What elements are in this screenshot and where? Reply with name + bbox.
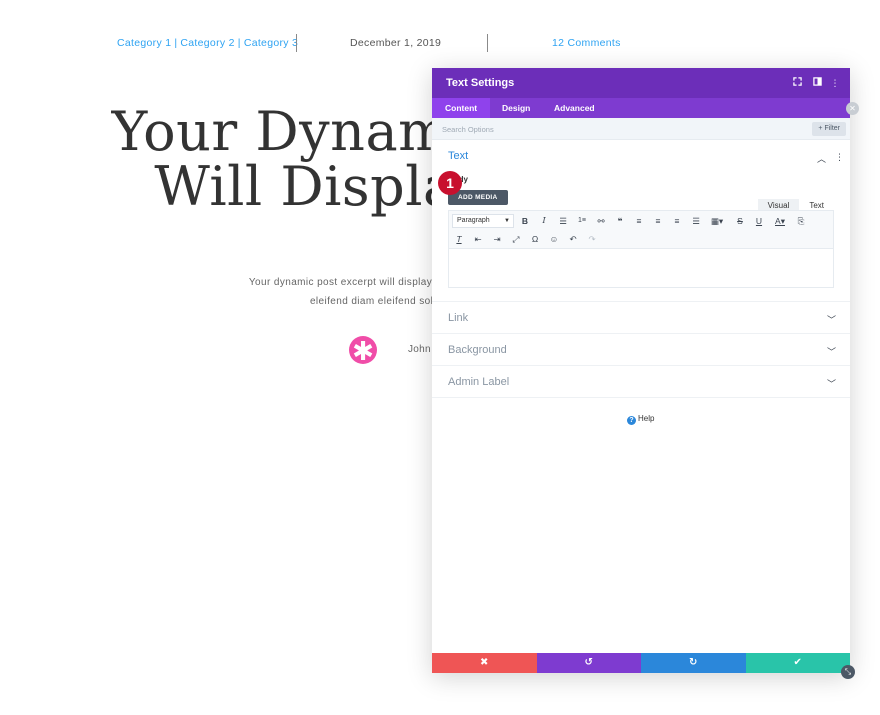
tab-content[interactable]: Content — [432, 98, 491, 118]
table-icon[interactable]: ▦▾ — [708, 214, 726, 228]
indent-icon[interactable]: ⇥ — [490, 232, 504, 246]
toolbar-row: Paragraph ▼ B I ☰ 1≡ ⚯ ❝ ≡ ≡ ≡ ☰ ▦▾ S U A… — [449, 212, 833, 230]
section-title-background: Background — [448, 344, 507, 356]
blockquote-icon[interactable]: ❝ — [613, 214, 627, 228]
toolbar-row: T ⇤ ⇥ ⤢ Ω ☺ ↶ ↷ — [449, 230, 833, 248]
help-link[interactable]: ? Help — [627, 414, 654, 425]
align-justify-icon[interactable]: ☰ — [689, 214, 703, 228]
section-title-link: Link — [448, 312, 469, 324]
post-meta: Category 1 | Category 2 | Category 3 Decembe… — [0, 34, 880, 52]
help-icon: ? — [627, 416, 636, 425]
background-section[interactable]: Background ﹀ — [432, 334, 850, 366]
split-view-icon[interactable] — [810, 76, 824, 90]
chevron-down-icon: ▼ — [504, 218, 510, 224]
clear-formatting-icon[interactable]: T — [452, 232, 466, 246]
post-date: December 1, 2019 — [350, 37, 442, 49]
text-color-icon[interactable]: A▾ — [771, 214, 789, 228]
editor-mode-tabs: Visual Text — [757, 195, 834, 213]
text-settings-modal: Text Settings ⋮ Content Design Advanced … — [432, 68, 850, 673]
cancel-button[interactable]: ✖ — [432, 653, 537, 673]
chevron-down-icon: ﹀ — [826, 347, 836, 357]
search-options-bar: + Filter — [432, 118, 850, 140]
align-center-icon[interactable]: ≡ — [651, 214, 665, 228]
modal-footer: ✖ ↺ ↻ ✔ — [432, 653, 850, 673]
chevron-down-icon: ﹀ — [826, 315, 836, 325]
asterisk-icon: ✱ — [349, 336, 377, 366]
admin-label-section[interactable]: Admin Label ﹀ — [432, 366, 850, 398]
post-categories: Category 1 | Category 2 | Category 3 — [117, 37, 299, 49]
text-editor-area[interactable] — [448, 248, 834, 288]
tab-advanced[interactable]: Advanced — [541, 98, 608, 118]
more-options-icon[interactable]: ⋮ — [835, 152, 844, 163]
filter-button[interactable]: + Filter — [812, 122, 846, 136]
tab-design[interactable]: Design — [489, 98, 543, 118]
strikethrough-icon[interactable]: S — [733, 214, 747, 228]
italic-icon[interactable]: I — [537, 214, 551, 228]
category-link[interactable]: Category 3 — [244, 37, 298, 49]
category-link[interactable]: Category 2 — [180, 37, 234, 49]
redo-button[interactable]: ↻ — [641, 653, 746, 673]
resize-handle-icon[interactable]: ⤡ — [841, 665, 855, 679]
emoji-icon[interactable]: ☺ — [547, 232, 561, 246]
chevron-up-icon[interactable]: ︿ — [817, 152, 826, 165]
meta-divider — [296, 34, 297, 52]
more-options-icon[interactable]: ⋮ — [828, 76, 842, 90]
save-button[interactable]: ✔ — [745, 653, 850, 673]
chevron-down-icon: ﹀ — [826, 379, 836, 389]
section-title-text[interactable]: Text — [448, 150, 468, 162]
modal-tabs: Content Design Advanced — [432, 98, 850, 118]
link-icon[interactable]: ⚯ — [594, 214, 608, 228]
editor-toolbar: Paragraph ▼ B I ☰ 1≡ ⚯ ❝ ≡ ≡ ≡ ☰ ▦▾ S U A… — [448, 210, 834, 248]
comments-link[interactable]: 12 Comments — [552, 37, 621, 49]
redo-icon[interactable]: ↷ — [585, 232, 599, 246]
special-character-icon[interactable]: Ω — [528, 232, 542, 246]
undo-icon[interactable]: ↶ — [566, 232, 580, 246]
paragraph-format-select[interactable]: Paragraph ▼ — [452, 214, 514, 228]
paste-icon[interactable]: ⎘ — [794, 214, 808, 228]
link-section[interactable]: Link ﹀ — [432, 302, 850, 334]
undo-button[interactable]: ↺ — [536, 653, 641, 673]
expand-icon[interactable] — [790, 76, 804, 90]
category-link[interactable]: Category 1 — [117, 37, 171, 49]
outdent-icon[interactable]: ⇤ — [471, 232, 485, 246]
text-section: Text ︿ ⋮ Body ADD MEDIA VisualText Parag… — [432, 140, 850, 302]
modal-title: Text Settings — [446, 77, 515, 89]
align-right-icon[interactable]: ≡ — [670, 214, 684, 228]
step-number-badge: 1 — [438, 171, 462, 195]
underline-icon[interactable]: U — [752, 214, 766, 228]
align-left-icon[interactable]: ≡ — [632, 214, 646, 228]
section-title-admin-label: Admin Label — [448, 376, 510, 388]
modal-header[interactable]: Text Settings ⋮ — [432, 68, 850, 98]
numbered-list-icon[interactable]: 1≡ — [575, 214, 589, 228]
search-options-input[interactable] — [442, 122, 742, 136]
bold-icon[interactable]: B — [518, 214, 532, 228]
meta-divider — [487, 34, 488, 52]
author-name[interactable]: John — [408, 344, 431, 355]
fullscreen-icon[interactable]: ⤢ — [509, 232, 523, 246]
close-icon[interactable]: ✕ — [846, 102, 859, 115]
bullet-list-icon[interactable]: ☰ — [556, 214, 570, 228]
